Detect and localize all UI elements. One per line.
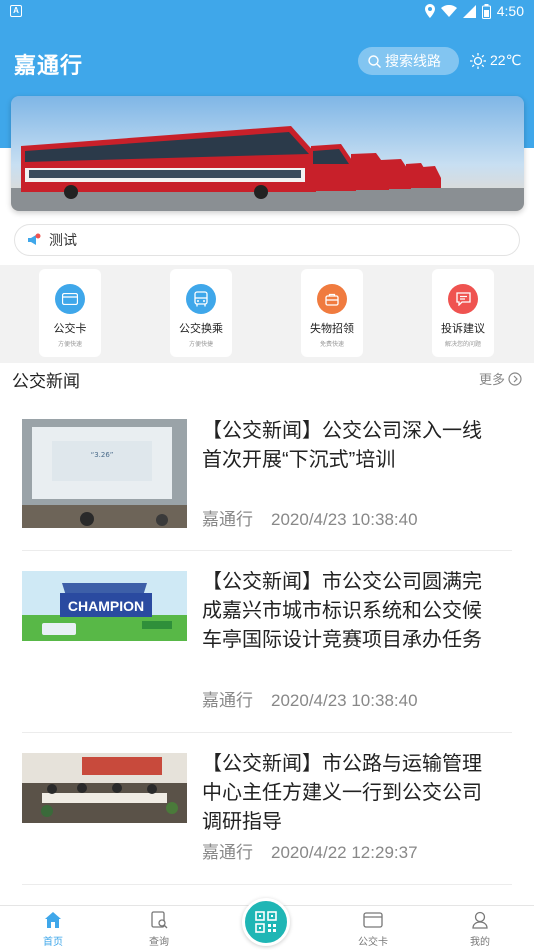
news-section-title: 公交新闻: [12, 372, 80, 391]
clock: 4:50: [496, 3, 524, 19]
location-icon: [424, 4, 435, 18]
message-icon: [448, 284, 478, 314]
tab-label: 我的: [470, 937, 490, 948]
app-title: 嘉通行: [14, 53, 84, 78]
notice-text: 测试: [49, 232, 77, 248]
more-button[interactable]: 更多: [479, 369, 522, 388]
news-meta: 嘉通行 2020/4/23 10:38:40: [202, 505, 418, 530]
news-title: 【公交新闻】市公交公司圆满完成嘉兴市城市标识系统和公交候车亭国际设计竞赛项目承办…: [202, 571, 482, 651]
tab-label: 查询: [149, 937, 169, 948]
news-title: 【公交新闻】公交公司深入一线 首次开展“下沉式”培训: [202, 420, 482, 471]
quick-item-lost-found[interactable]: 失物招领 免费快速: [301, 269, 363, 357]
quick-item-label: 失物招领: [310, 323, 354, 335]
signal-icon: [462, 4, 476, 18]
qr-code-icon: [255, 911, 277, 933]
quick-item-label: 公交卡: [53, 323, 87, 335]
quick-item-bus-card[interactable]: 公交卡 方便快速: [39, 269, 101, 357]
card-icon: [55, 284, 85, 314]
notification-icon: A: [10, 5, 22, 17]
quick-item-sub: 方便快速: [57, 342, 82, 348]
tab-home[interactable]: 首页: [23, 910, 83, 948]
search-button[interactable]: 搜索线路: [358, 47, 459, 75]
status-bar: A 4:50: [0, 0, 534, 24]
news-meta: 嘉通行 2020/4/23 10:38:40: [202, 686, 418, 711]
thumb-text: “3.26”: [91, 451, 114, 459]
wifi-icon: [440, 5, 457, 17]
news-time: 2020/4/23 10:38:40: [271, 691, 418, 710]
news-thumbnail: “3.26”: [22, 419, 187, 528]
banner-bus-image: [11, 96, 524, 211]
scan-qr-button[interactable]: [242, 898, 290, 946]
quick-item-sub: 解决您的问题: [444, 342, 481, 348]
quick-item-label: 公交换乘: [179, 323, 223, 335]
more-label: 更多: [478, 372, 505, 387]
quick-item-sub: 方便快捷: [188, 342, 213, 348]
quick-item-transfer[interactable]: 公交换乘 方便快捷: [170, 269, 232, 357]
tab-label: 首页: [43, 937, 63, 948]
battery-icon: [481, 3, 491, 19]
news-item[interactable]: CHAMPION 【公交新闻】市公交公司圆满完成嘉兴市城市标识系统和公交候车亭国…: [22, 551, 512, 733]
user-icon: [472, 911, 488, 929]
tab-mine[interactable]: 我的: [450, 910, 510, 948]
weather-widget[interactable]: 22℃: [470, 52, 521, 69]
chevron-right-icon: [508, 371, 522, 386]
quick-item-complaint[interactable]: 投诉建议 解决您的问题: [432, 269, 494, 357]
thumb-text: CHAMPION: [68, 598, 144, 614]
search-label: 搜索线路: [385, 53, 441, 69]
card-icon: [363, 912, 383, 928]
quick-item-sub: 免费快速: [319, 342, 344, 348]
tab-bus-card[interactable]: 公交卡: [343, 910, 403, 948]
news-item[interactable]: 【公交新闻】市公路与运输管理中心主任方建义一行到公交公司调研指导 嘉通行 2020…: [22, 733, 512, 885]
home-icon: [45, 912, 61, 928]
news-time: 2020/4/23 10:38:40: [271, 510, 418, 529]
news-thumbnail: [22, 753, 187, 823]
news-meta: 嘉通行 2020/4/22 12:29:37: [202, 838, 418, 863]
news-thumbnail: CHAMPION: [22, 571, 187, 641]
banner-carousel[interactable]: [11, 96, 524, 211]
temperature: 22℃: [490, 52, 522, 68]
news-item[interactable]: “3.26” 【公交新闻】公交公司深入一线 首次开展“下沉式”培训 嘉通行 202…: [22, 404, 512, 551]
quick-item-label: 投诉建议: [441, 323, 485, 335]
news-time: 2020/4/22 12:29:37: [271, 843, 418, 862]
news-source: 嘉通行: [202, 843, 253, 862]
query-icon: [151, 911, 168, 929]
quick-menu: 公交卡 方便快速 公交换乘 方便快捷 失物招领 免费快速 投诉建议 解决您的问题: [0, 265, 534, 363]
news-source: 嘉通行: [202, 691, 253, 710]
tab-label: 公交卡: [358, 937, 388, 948]
notice-bar[interactable]: 测试: [14, 224, 520, 256]
news-title: 【公交新闻】市公路与运输管理中心主任方建义一行到公交公司调研指导: [202, 753, 482, 833]
sun-icon: [470, 52, 486, 69]
search-icon: [368, 54, 381, 68]
bag-icon: [317, 284, 347, 314]
news-source: 嘉通行: [202, 510, 253, 529]
announcement-icon: [28, 233, 41, 245]
bus-icon: [186, 284, 216, 314]
tab-query[interactable]: 查询: [129, 910, 189, 948]
